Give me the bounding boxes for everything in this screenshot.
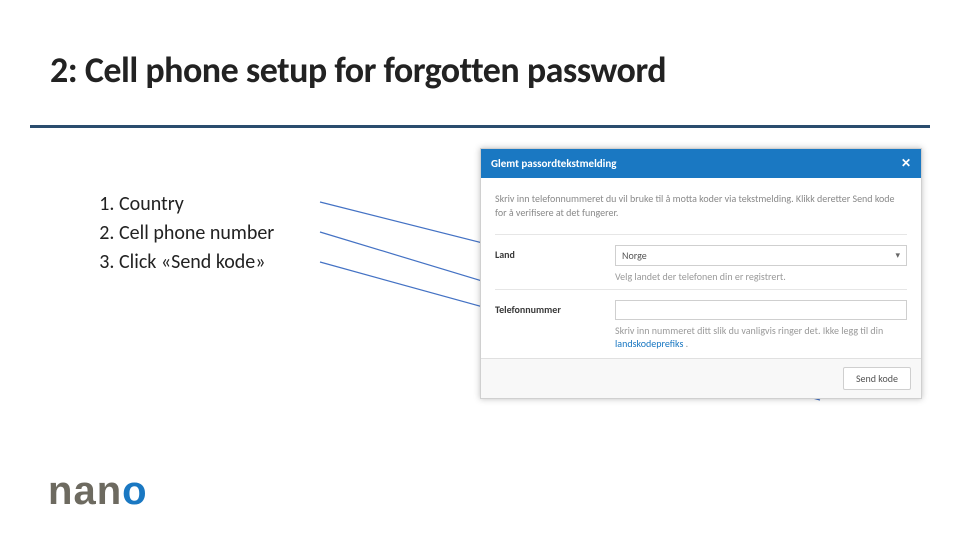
country-select[interactable]: Norge ▾	[615, 245, 907, 266]
dialog-title: Glemt passordtekstmelding	[491, 157, 617, 170]
step-item: Cell phone number	[119, 219, 274, 248]
dialog-footer: Send kode	[481, 358, 921, 398]
landcode-link[interactable]: landskodeprefiks	[615, 337, 683, 350]
slide-title: 2: Cell phone setup for forgotten passwo…	[50, 48, 666, 92]
phone-help-text: Skriv inn nummeret ditt slik du vanligvi…	[615, 324, 907, 350]
country-help-text: Velg landet der telefonen din er registr…	[615, 270, 907, 283]
dialog-body: Skriv inn telefonnummeret du vil bruke t…	[481, 178, 921, 358]
step-item: Click «Send kode»	[119, 248, 274, 277]
country-select-value: Norge	[622, 249, 647, 262]
phone-input[interactable]	[615, 300, 907, 320]
phone-field-row: Telefonnummer Skriv inn nummeret ditt sl…	[495, 289, 907, 350]
forgot-password-dialog: Glemt passordtekstmelding ✕ Skriv inn te…	[480, 148, 922, 399]
nano-logo: nano	[48, 469, 148, 514]
dialog-header: Glemt passordtekstmelding ✕	[481, 149, 921, 178]
phone-label: Telefonnummer	[495, 300, 615, 316]
send-code-button[interactable]: Send kode	[843, 367, 911, 390]
step-item: Country	[119, 190, 274, 219]
steps-list: Country Cell phone number Click «Send ko…	[95, 190, 274, 277]
close-icon[interactable]: ✕	[901, 158, 911, 170]
chevron-down-icon: ▾	[895, 250, 900, 261]
country-field-row: Land Norge ▾ Velg landet der telefonen d…	[495, 234, 907, 283]
title-divider	[30, 125, 930, 128]
country-label: Land	[495, 245, 615, 261]
dialog-intro-text: Skriv inn telefonnummeret du vil bruke t…	[495, 192, 907, 220]
